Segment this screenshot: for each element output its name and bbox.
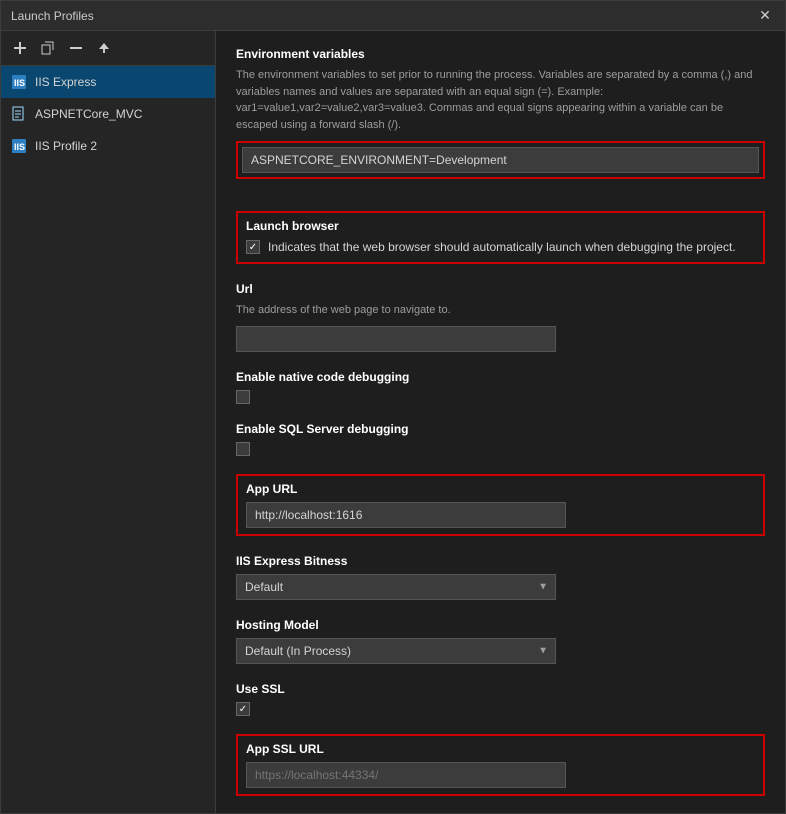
sidebar: IIS IIS Express ASPNE — [1, 31, 216, 813]
app-url-input[interactable] — [246, 502, 566, 528]
iis-bitness-section: IIS Express Bitness Default x86 x64 ▼ — [236, 554, 765, 600]
env-section: Environment variables The environment va… — [236, 47, 765, 193]
close-button[interactable]: ✕ — [755, 6, 775, 26]
iis-icon-1: IIS — [11, 74, 27, 90]
svg-text:IIS: IIS — [14, 78, 25, 88]
sidebar-item-aspnetcore[interactable]: ASPNETCore_MVC — [1, 98, 215, 130]
env-input-box — [236, 141, 765, 179]
sql-debug-title: Enable SQL Server debugging — [236, 422, 765, 436]
launch-browser-label: Indicates that the web browser should au… — [268, 239, 736, 256]
url-desc: The address of the web page to navigate … — [236, 302, 765, 319]
content-area: IIS IIS Express ASPNE — [1, 31, 785, 813]
env-input[interactable] — [242, 147, 759, 173]
hosting-model-select-container: Default (In Process) In Process Out Of P… — [236, 638, 556, 664]
launch-browser-title: Launch browser — [246, 219, 755, 233]
launch-profiles-dialog: Launch Profiles ✕ — [0, 0, 786, 814]
hosting-model-section: Hosting Model Default (In Process) In Pr… — [236, 618, 765, 664]
sidebar-toolbar — [1, 31, 215, 66]
env-title: Environment variables — [236, 47, 765, 61]
native-debug-section: Enable native code debugging — [236, 370, 765, 404]
iis-bitness-select[interactable]: Default x86 x64 — [236, 574, 556, 600]
sidebar-item-label-aspnetcore: ASPNETCore_MVC — [35, 107, 142, 121]
toolbar-btn-3[interactable] — [65, 37, 87, 59]
native-debug-checkbox[interactable] — [236, 390, 250, 404]
sql-debug-section: Enable SQL Server debugging — [236, 422, 765, 456]
toolbar-btn-2[interactable] — [37, 37, 59, 59]
env-desc: The environment variables to set prior t… — [236, 67, 765, 133]
svg-text:IIS: IIS — [14, 142, 25, 152]
sidebar-item-label-iis-profile-2: IIS Profile 2 — [35, 139, 97, 153]
iis-bitness-select-container: Default x86 x64 ▼ — [236, 574, 556, 600]
toolbar-btn-4[interactable] — [93, 37, 115, 59]
sql-debug-checkbox[interactable] — [236, 442, 250, 456]
url-section: Url The address of the web page to navig… — [236, 282, 765, 353]
use-ssl-checkbox[interactable] — [236, 702, 250, 716]
sidebar-item-iis-express[interactable]: IIS IIS Express — [1, 66, 215, 98]
app-ssl-url-title: App SSL URL — [246, 742, 755, 756]
launch-browser-section: Launch browser Indicates that the web br… — [236, 211, 765, 264]
sidebar-item-iis-profile-2[interactable]: IIS IIS Profile 2 — [1, 130, 215, 162]
use-ssl-title: Use SSL — [236, 682, 765, 696]
iis-bitness-title: IIS Express Bitness — [236, 554, 765, 568]
app-ssl-url-section: App SSL URL — [236, 734, 765, 796]
main-panel: Environment variables The environment va… — [216, 31, 785, 813]
app-url-title: App URL — [246, 482, 755, 496]
page-icon-1 — [11, 106, 27, 122]
hosting-model-title: Hosting Model — [236, 618, 765, 632]
sidebar-list: IIS IIS Express ASPNE — [1, 66, 215, 813]
launch-browser-checkbox[interactable] — [246, 240, 260, 254]
url-input[interactable] — [236, 326, 556, 352]
use-ssl-section: Use SSL — [236, 682, 765, 716]
url-title: Url — [236, 282, 765, 296]
dialog-title: Launch Profiles — [11, 9, 94, 23]
toolbar-btn-1[interactable] — [9, 37, 31, 59]
app-url-section: App URL — [236, 474, 765, 536]
launch-browser-row: Indicates that the web browser should au… — [246, 239, 755, 256]
sidebar-item-label-iis-express: IIS Express — [35, 75, 96, 89]
title-bar: Launch Profiles ✕ — [1, 1, 785, 31]
app-ssl-url-input[interactable] — [246, 762, 566, 788]
native-debug-title: Enable native code debugging — [236, 370, 765, 384]
iis-icon-2: IIS — [11, 138, 27, 154]
hosting-model-select[interactable]: Default (In Process) In Process Out Of P… — [236, 638, 556, 664]
